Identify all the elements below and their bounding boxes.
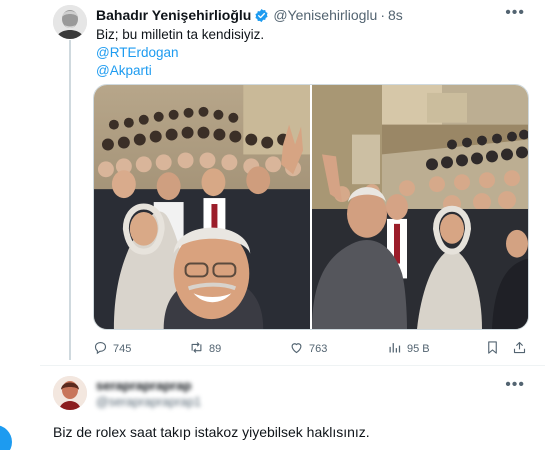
tweet-header: Bahadır Yenişehirlioğlu @Yenisehirlioglu… [96,6,403,24]
share-icon [512,340,527,358]
repost-icon [189,340,204,358]
verified-badge-icon [254,8,269,23]
tweet-actions: 745 89 763 95 B [93,340,529,358]
tweet[interactable]: Bahadır Yenişehirlioğlu @Yenisehirlioglu… [0,0,545,365]
reply-text: Biz de rolex saat takıp istakoz yiyebils… [53,424,370,440]
tweet-text: Biz; bu milletin ta kendisiyiz. @RTErdog… [96,26,264,80]
reply-count: 745 [113,343,132,355]
reply-author-avatar[interactable] [53,376,87,410]
views-count: 95 B [407,343,430,355]
author-handle[interactable]: @Yenisehirlioglu [273,7,377,23]
mention-link[interactable]: @Akparti [96,62,264,80]
media-photo-selfie-crowd-right[interactable] [312,85,528,329]
reply-author-handle[interactable]: @seraprapraprap1 [96,395,201,409]
tweet-text-line: Biz; bu milletin ta kendisiyiz. [96,27,265,42]
bookmark-button[interactable] [485,340,500,358]
author-avatar[interactable] [53,5,87,39]
media-photo-selfie-crowd-left[interactable] [94,85,310,329]
reply-action[interactable]: 745 [93,340,131,358]
tweet-media[interactable] [93,84,529,330]
mention-link[interactable]: @RTErdogan [96,44,264,62]
bookmark-icon [485,340,500,358]
like-action[interactable]: 763 [289,340,327,358]
reply-author-name[interactable]: seraprapraprap [96,378,191,393]
thread-connector-line [69,40,71,360]
more-options-icon[interactable]: ••• [505,5,525,21]
separator-dot: · [380,7,385,23]
repost-action[interactable]: 89 [189,340,221,358]
author-name[interactable]: Bahadır Yenişehirlioğlu [96,7,251,23]
views-action[interactable]: 95 B [387,340,430,358]
heart-icon [289,340,304,358]
reply-tweet[interactable]: seraprapraprap @seraprapraprap1 ••• Biz … [0,366,545,450]
share-button[interactable] [512,340,527,358]
like-count: 763 [309,343,328,355]
repost-count: 89 [209,343,222,355]
tweet-timestamp[interactable]: 8s [388,7,403,23]
views-chart-icon [387,340,402,358]
reply-icon [93,340,108,358]
more-options-icon[interactable]: ••• [505,377,525,393]
